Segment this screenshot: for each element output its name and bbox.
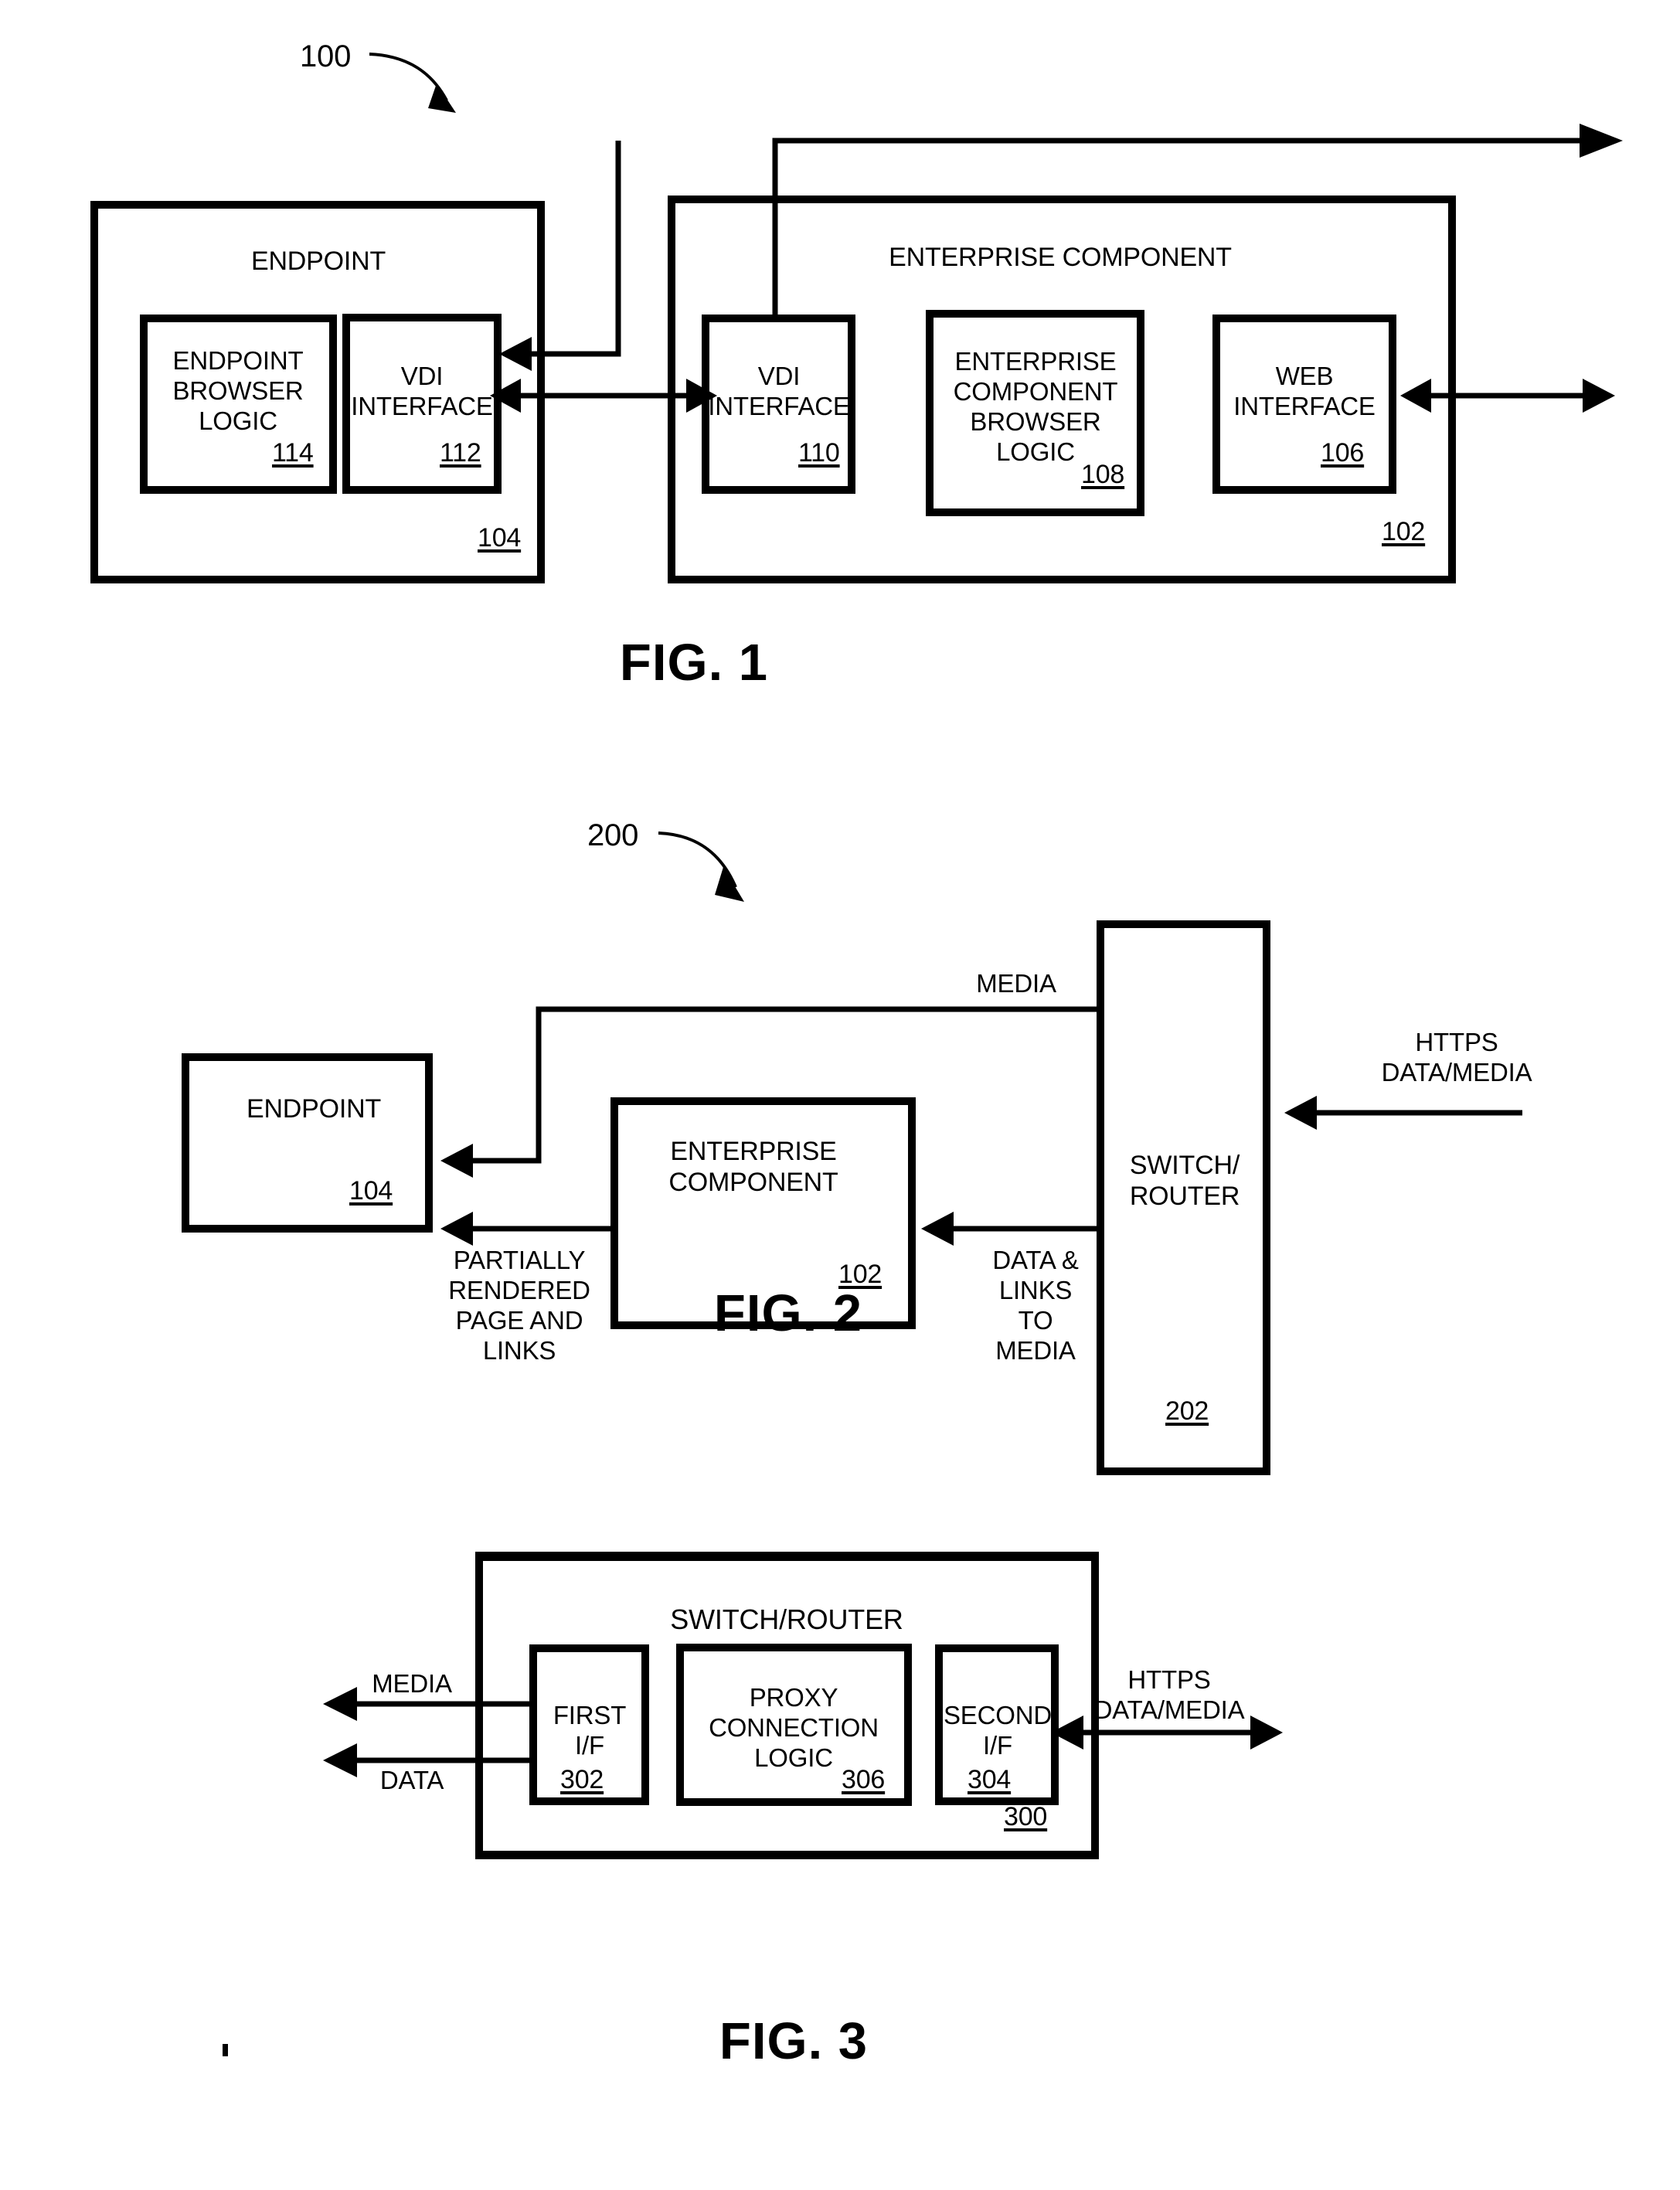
fig2-endpoint-ref: 104	[349, 1176, 393, 1206]
fig1-ec-browser-logic-title: ENTERPRISE COMPONENT BROWSER LOGIC	[953, 347, 1118, 466]
fig2-callout: 200	[587, 818, 639, 852]
fig3-second-if-title: SECOND I/F	[944, 1701, 1052, 1760]
fig3-second-if-ref: 304	[968, 1765, 1012, 1794]
fig2-switch-router-ref: 202	[1165, 1396, 1209, 1426]
fig1-enterprise-ref: 102	[1382, 517, 1426, 546]
fig3-caption: FIG. 3	[719, 2012, 869, 2070]
fig1-callout: 100	[300, 39, 352, 73]
fig3-https-label: HTTPS DATA/MEDIA	[1093, 1665, 1245, 1724]
fig3-media-label: MEDIA	[372, 1669, 452, 1698]
fig1-enterprise-title: ENTERPRISE COMPONENT	[889, 243, 1232, 272]
fig1-web-interface-title: WEB INTERFACE	[1233, 362, 1376, 420]
fig1-vdi-endpoint-ref: 112	[440, 438, 481, 468]
fig2-endpoint-title: ENDPOINT	[246, 1094, 382, 1124]
fig2-data-links-label: DATA & LINKS TO MEDIA	[992, 1246, 1079, 1365]
fig1-endpoint-browser-logic-ref: 114	[272, 438, 314, 468]
fig3-proxy-logic-ref: 306	[842, 1765, 886, 1794]
fig1-vdi-enterprise-ref: 110	[798, 438, 840, 468]
fig1-vdi-endpoint-title: VDI INTERFACE	[351, 362, 493, 420]
fig1-endpoint-title: ENDPOINT	[250, 247, 386, 276]
fig3-switch-router-ref: 300	[1004, 1802, 1048, 1831]
fig2-enterprise-title: ENTERPRISE COMPONENT	[668, 1137, 838, 1198]
fig3-proxy-logic-title: PROXY CONNECTION LOGIC	[709, 1683, 879, 1772]
fig3-first-if-ref: 302	[560, 1765, 604, 1794]
fig3-first-if-title: FIRST I/F	[553, 1701, 627, 1760]
fig2-switch-router-title: SWITCH/ ROUTER	[1129, 1151, 1240, 1212]
fig2-caption: FIG. 2	[713, 1284, 863, 1342]
scan-speck	[223, 2044, 228, 2056]
fig1-web-interface-ref: 106	[1321, 438, 1365, 468]
fig1-endpoint-ref: 104	[478, 523, 522, 553]
fig3-data-label: DATA	[379, 1766, 444, 1794]
patent-drawing-sheet: 100 ENDPOINT 104 ENTERPRISE COMPONENT 10…	[0, 0, 1680, 2190]
fig1-vdi-enterprise-title: VDI INTERFACE	[708, 362, 850, 420]
fig2-partially-rendered-label: PARTIALLY RENDERED PAGE AND LINKS	[448, 1246, 590, 1365]
fig1-caption: FIG. 1	[619, 634, 769, 692]
fig1-endpoint-browser-logic-title: ENDPOINT BROWSER LOGIC	[172, 346, 304, 435]
fig2-media-label: MEDIA	[976, 969, 1056, 998]
fig3-switch-router-title: SWITCH/ROUTER	[670, 1603, 903, 1635]
fig1-ec-browser-logic-ref: 108	[1081, 460, 1125, 489]
fig2-https-label: HTTPS DATA/MEDIA	[1381, 1028, 1532, 1086]
